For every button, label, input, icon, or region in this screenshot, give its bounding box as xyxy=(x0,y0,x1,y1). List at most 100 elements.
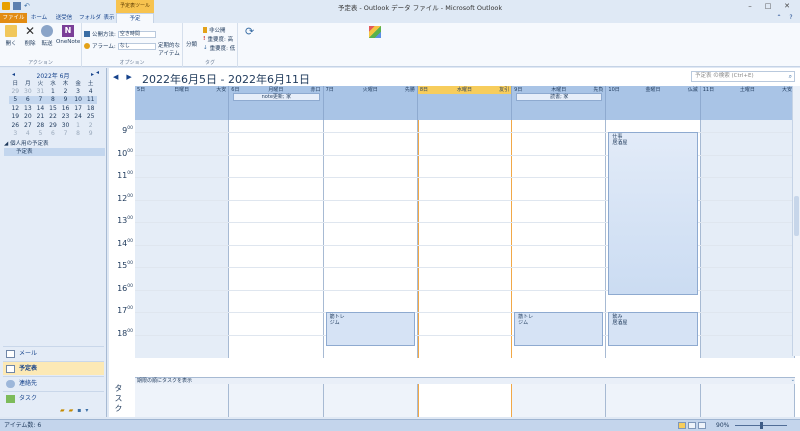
mini-calendar-day[interactable]: 29 xyxy=(9,87,22,96)
low-importance-button[interactable]: ↓ 重要度: 低 xyxy=(203,44,235,52)
zoom-level[interactable]: 90% xyxy=(716,420,729,431)
private-button[interactable]: 非公開 xyxy=(203,26,226,34)
maximize-window-button[interactable]: □ xyxy=(761,1,775,11)
task-column[interactable] xyxy=(512,384,607,417)
mini-calendar-day[interactable]: 4 xyxy=(22,130,35,139)
day-header[interactable]: 6日 月曜日 赤口 xyxy=(229,86,324,120)
day-column[interactable] xyxy=(700,120,795,358)
shortcuts-icon[interactable]: ▪ xyxy=(77,407,81,414)
recurrence-button[interactable]: 定期的な アイテム xyxy=(158,41,180,57)
mini-calendar-day[interactable]: 25 xyxy=(84,113,97,122)
tab-appointment[interactable]: 予定 xyxy=(116,13,154,23)
mini-calendar-day[interactable]: 10 xyxy=(71,95,85,104)
task-column[interactable] xyxy=(323,384,418,417)
today-allday-area[interactable] xyxy=(417,94,513,120)
minimize-window-button[interactable]: – xyxy=(743,1,757,11)
mini-calendar-day[interactable]: 5 xyxy=(34,130,47,139)
day-header[interactable]: 5日 日曜日 大安 xyxy=(135,86,230,120)
nav-calendar-button[interactable]: 予定表 xyxy=(3,361,104,375)
task-column[interactable] xyxy=(229,384,324,417)
mini-calendar-day[interactable]: 28 xyxy=(34,121,47,130)
reminder-dropdown[interactable]: なし xyxy=(117,42,156,50)
mini-calendar-day[interactable]: 12 xyxy=(9,104,22,113)
outlook-app-icon[interactable] xyxy=(2,2,10,10)
mini-calendar-day[interactable]: 18 xyxy=(84,104,97,113)
folder-list-icon[interactable]: ▰ xyxy=(69,407,74,414)
reading-view-icon[interactable] xyxy=(688,422,696,429)
mini-calendar-day[interactable]: 1 xyxy=(47,87,60,96)
day-header[interactable]: 10日 金曜日 仏滅 xyxy=(606,86,701,120)
next-month-icon[interactable]: ▸ xyxy=(91,71,94,79)
day-header[interactable]: 11日 土曜日 大安 xyxy=(700,86,795,120)
my-calendars-header[interactable]: ◢ 個人用の予定表 xyxy=(4,139,49,147)
task-column[interactable] xyxy=(417,384,513,417)
forward-button[interactable]: 転送 xyxy=(38,25,56,47)
tab-send-receive[interactable]: 送受信 xyxy=(50,13,78,23)
mini-calendar-day[interactable]: 9 xyxy=(59,95,72,104)
mini-calendar-day[interactable]: 5 xyxy=(9,95,22,104)
mini-calendar-day[interactable]: 7 xyxy=(34,95,47,104)
mini-calendar-day[interactable]: 16 xyxy=(59,104,72,113)
mini-calendar-day[interactable]: 1 xyxy=(72,121,85,130)
tab-view[interactable]: 表示 xyxy=(102,13,116,23)
zoom-slider-thumb[interactable] xyxy=(760,422,763,429)
tab-home[interactable]: ホーム xyxy=(30,13,48,23)
prev-week-icon[interactable]: ◀ xyxy=(113,73,118,81)
compact-view-icon[interactable] xyxy=(698,422,706,429)
mini-calendar-day[interactable]: 3 xyxy=(72,87,85,96)
mini-calendar-day[interactable]: 26 xyxy=(9,121,22,130)
nav-tasks-button[interactable]: タスク xyxy=(3,391,104,405)
mini-calendar-day[interactable]: 29 xyxy=(47,121,60,130)
mini-calendar-day[interactable]: 20 xyxy=(22,113,35,122)
mini-calendar-day[interactable]: 7 xyxy=(59,130,72,139)
mini-calendar-day[interactable]: 6 xyxy=(47,130,60,139)
categorize-button[interactable]: 分類 xyxy=(186,40,197,48)
mini-calendar-day[interactable]: 8 xyxy=(72,130,85,139)
onenote-button[interactable]: N OneNote xyxy=(56,25,80,45)
configure-buttons-icon[interactable]: ▾ xyxy=(85,407,88,414)
task-column[interactable] xyxy=(135,384,230,417)
nav-contacts-button[interactable]: 連絡先 xyxy=(3,376,104,390)
notes-folder-icon[interactable]: ▰ xyxy=(60,407,65,414)
help-icon[interactable]: ? xyxy=(786,13,796,23)
show-as-dropdown[interactable]: 空き時間 xyxy=(117,30,156,38)
high-importance-button[interactable]: ! 重要度: 高 xyxy=(203,35,233,43)
calendar-search-input[interactable]: 予定表 の検索 (Ctrl+E) ⌕ xyxy=(691,71,795,82)
normal-view-icon[interactable] xyxy=(678,422,686,429)
categorize-icon[interactable] xyxy=(369,26,381,38)
mini-calendar-day[interactable]: 14 xyxy=(34,104,47,113)
day-column[interactable] xyxy=(229,120,324,358)
mini-calendar-day[interactable]: 30 xyxy=(59,121,72,130)
delete-button[interactable]: ✕ 削除 xyxy=(21,25,39,47)
day-column[interactable] xyxy=(417,120,513,358)
open-button[interactable]: 開く xyxy=(2,25,20,47)
close-window-button[interactable]: ✕ xyxy=(780,1,794,11)
appointment[interactable]: 飲み 居酒屋 xyxy=(608,312,698,346)
mini-calendar-day[interactable]: 23 xyxy=(59,113,72,122)
mini-calendar-day[interactable]: 17 xyxy=(72,104,85,113)
task-bar-expand-icon[interactable]: ⌄ xyxy=(791,377,795,383)
task-column[interactable] xyxy=(606,384,701,417)
mini-calendar-day[interactable]: 27 xyxy=(22,121,35,130)
appointment[interactable]: 仕事 居酒屋 xyxy=(608,132,698,296)
appointment[interactable]: 筋トレ ジム xyxy=(325,312,415,346)
mini-calendar-day[interactable]: 11 xyxy=(84,95,97,104)
mini-calendar-day[interactable]: 30 xyxy=(22,87,35,96)
appointment[interactable]: 筋トレ ジム xyxy=(514,312,604,346)
tab-folder[interactable]: フォルダー xyxy=(78,13,102,31)
task-bar-header[interactable]: 期限の順にタスクを表示 xyxy=(135,377,795,384)
mini-calendar-day[interactable]: 2 xyxy=(59,87,72,96)
search-icon[interactable]: ⌕ xyxy=(789,72,792,81)
tab-file[interactable]: ファイル xyxy=(0,13,27,23)
mini-calendar-day[interactable]: 6 xyxy=(21,95,35,104)
task-column[interactable] xyxy=(700,384,795,417)
mini-calendar-day[interactable]: 9 xyxy=(84,130,97,139)
day-header[interactable]: 9日 木曜日 先負 xyxy=(512,86,607,120)
mini-calendar-day[interactable]: 13 xyxy=(22,104,35,113)
mini-calendar-day[interactable]: 2 xyxy=(84,121,97,130)
day-header[interactable]: 7日 火曜日 先勝 xyxy=(323,86,418,120)
allday-event[interactable]: note更新; 家 xyxy=(233,93,320,101)
mini-calendar-day[interactable]: 24 xyxy=(72,113,85,122)
mini-calendar-day[interactable]: 22 xyxy=(47,113,60,122)
next-week-icon[interactable]: ▶ xyxy=(126,73,131,81)
